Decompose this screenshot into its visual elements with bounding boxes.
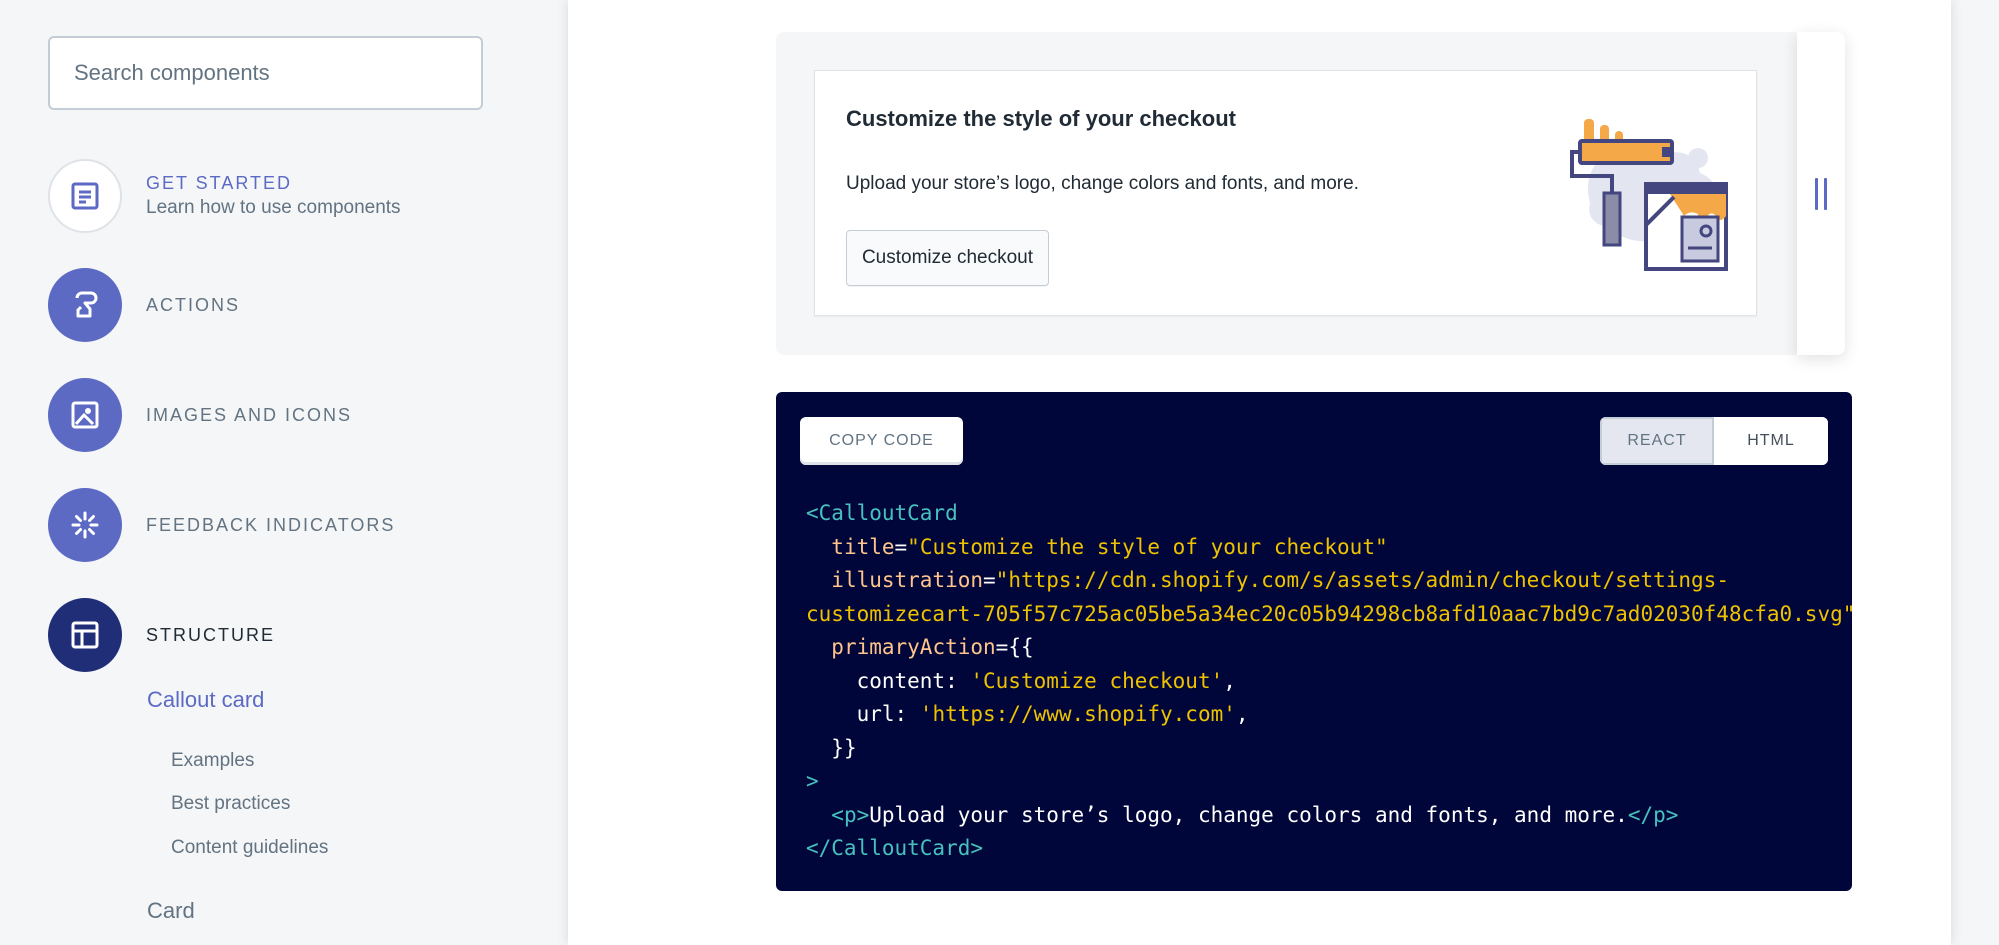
subnav-content-guidelines[interactable]: Content guidelines xyxy=(171,837,328,859)
nav-label: ACTIONS xyxy=(146,294,241,315)
subnav-best-practices[interactable]: Best practices xyxy=(171,793,290,815)
code-token: title xyxy=(831,534,895,559)
code-content: <CalloutCard title="Customize the style … xyxy=(806,497,1855,866)
card-title: Customize the style of your checkout xyxy=(846,106,1236,131)
nav-label: STRUCTURE xyxy=(146,624,275,645)
code-token: </CalloutCard> xyxy=(806,836,984,860)
code-line: content: 'Customize checkout', xyxy=(806,665,1855,699)
document-icon xyxy=(48,159,122,233)
search-input[interactable] xyxy=(48,36,483,110)
code-token: }} xyxy=(831,735,857,760)
tab-react[interactable]: REACT xyxy=(1600,417,1714,465)
subnav-card[interactable]: Card xyxy=(147,898,195,924)
language-toggle: REACT HTML xyxy=(1600,417,1828,465)
code-line: illustration="https://cdn.shopify.com/s/… xyxy=(806,564,1855,598)
code-token: illustration xyxy=(831,568,984,592)
resize-handle[interactable] xyxy=(1797,32,1845,355)
pointer-icon xyxy=(48,268,122,342)
card-body: Upload your store’s logo, change colors … xyxy=(846,173,1359,194)
code-token: url: xyxy=(856,702,920,726)
code-token: customizecart-705f57c725ac05be5a34ec20c0… xyxy=(806,601,1856,626)
code-line: customizecart-705f57c725ac05be5a34ec20c0… xyxy=(806,598,1855,632)
code-token: 'Customize checkout' xyxy=(970,668,1224,693)
nav-item-structure[interactable]: STRUCTURE xyxy=(48,598,275,672)
grip-icon xyxy=(1815,177,1827,210)
code-token: primaryAction xyxy=(831,635,996,659)
main-content: Customize the style of your checkout Upl… xyxy=(568,0,1951,945)
code-line: primaryAction={{ xyxy=(806,631,1855,665)
code-line: > xyxy=(806,765,1855,799)
subnav-examples[interactable]: Examples xyxy=(171,750,254,772)
example-preview: Customize the style of your checkout Upl… xyxy=(776,32,1801,355)
paint-roller-illustration xyxy=(1570,119,1728,271)
sidebar: GET STARTED Learn how to use components … xyxy=(0,0,568,945)
code-token: <CalloutCard xyxy=(806,501,958,525)
nav-label: IMAGES AND ICONS xyxy=(146,404,353,425)
code-token: , xyxy=(1223,668,1236,693)
copy-code-button[interactable]: COPY CODE xyxy=(800,417,963,465)
code-line: title="Customize the style of your check… xyxy=(806,531,1855,565)
code-token: "Customize the style of your checkout" xyxy=(907,534,1388,559)
code-token: ={{ xyxy=(995,635,1034,659)
code-token: = xyxy=(894,534,908,559)
callout-card: Customize the style of your checkout Upl… xyxy=(814,70,1757,316)
code-block: COPY CODE REACT HTML <CalloutCard title=… xyxy=(776,392,1855,891)
nav-item-get-started[interactable]: GET STARTED Learn how to use components xyxy=(48,159,401,233)
tab-html[interactable]: HTML xyxy=(1714,417,1828,465)
code-line: <p>Upload your store’s logo, change colo… xyxy=(806,799,1855,833)
code-line: <CalloutCard xyxy=(806,497,1855,531)
code-token: Upload your store’s logo, change colors … xyxy=(869,802,1628,827)
code-token: <p> xyxy=(831,802,870,827)
code-token: "https://cdn.shopify.com/s/assets/admin/… xyxy=(995,568,1729,592)
nav-label: FEEDBACK INDICATORS xyxy=(146,514,396,535)
spinner-icon xyxy=(48,488,122,562)
nav-label: GET STARTED xyxy=(146,173,293,193)
code-line: </CalloutCard> xyxy=(806,832,1855,866)
image-icon xyxy=(48,378,122,452)
code-line: url: 'https://www.shopify.com', xyxy=(806,698,1855,732)
code-token: = xyxy=(983,568,996,592)
customize-checkout-button[interactable]: Customize checkout xyxy=(846,230,1049,286)
code-token: > xyxy=(806,769,819,793)
code-token: 'https://www.shopify.com' xyxy=(919,702,1236,726)
code-line: }} xyxy=(806,732,1855,766)
nav-sublabel: Learn how to use components xyxy=(146,197,401,218)
code-token: </p> xyxy=(1627,802,1679,827)
code-token: , xyxy=(1235,702,1249,726)
code-token: content: xyxy=(856,668,971,693)
nav-item-feedback-indicators[interactable]: FEEDBACK INDICATORS xyxy=(48,488,395,562)
nav-item-images-and-icons[interactable]: IMAGES AND ICONS xyxy=(48,378,352,452)
nav-item-actions[interactable]: ACTIONS xyxy=(48,268,240,342)
layout-icon xyxy=(48,598,122,672)
subnav-callout-card[interactable]: Callout card xyxy=(147,687,264,713)
